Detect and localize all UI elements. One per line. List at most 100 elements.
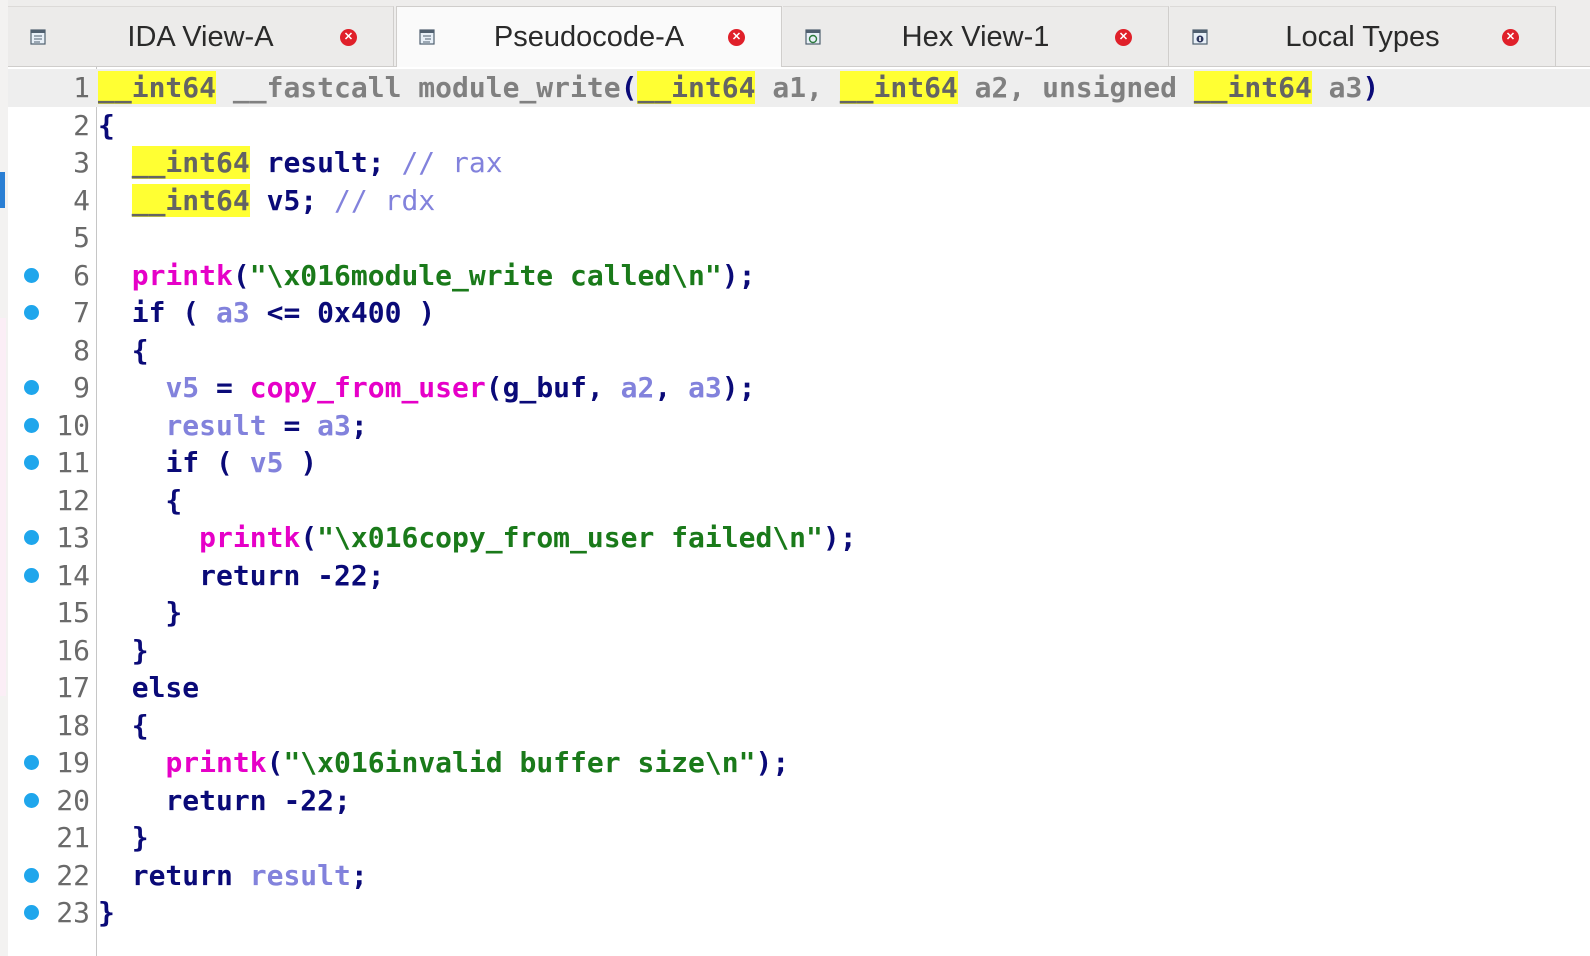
code-token: v5 (249, 446, 284, 479)
code-text[interactable]: { (98, 332, 149, 370)
line-number: 6 (73, 258, 90, 292)
code-line[interactable]: 12 { (8, 482, 1590, 520)
code-line[interactable]: 7 if ( a3 <= 0x400 ) (8, 294, 1590, 332)
code-text[interactable]: printk("\x016copy_from_user failed\n"); (98, 519, 856, 557)
breakpoint-dot-icon[interactable] (24, 755, 39, 770)
code-text[interactable]: return result; (98, 857, 368, 895)
code-text[interactable]: __int64 result; // rax (98, 144, 503, 182)
code-token: else (131, 671, 200, 704)
code-line[interactable]: 10 result = a3; (8, 407, 1590, 445)
code-text[interactable]: v5 = copy_from_user(g_buf, a2, a3); (98, 369, 755, 407)
code-text[interactable]: return -22; (98, 557, 384, 595)
code-line[interactable]: 11 if ( v5 ) (8, 444, 1590, 482)
breakpoint-dot-icon[interactable] (24, 792, 39, 808)
breakpoint-dot-icon[interactable] (24, 380, 39, 395)
code-text[interactable]: else (98, 669, 199, 707)
breakpoint-dot-icon[interactable] (24, 305, 39, 320)
code-token: if (165, 446, 200, 479)
code-text[interactable]: if ( a3 <= 0x400 ) (98, 294, 435, 332)
code-token: = (199, 371, 250, 404)
tab-pseudocode-a[interactable]: Pseudocode-A ✕ (396, 6, 782, 67)
tab-hex-view-1[interactable]: Hex View-1 ✕ (783, 6, 1169, 66)
breakpoint-dot-icon[interactable] (24, 567, 39, 583)
code-token: ( (232, 258, 250, 292)
code-token: printk (199, 521, 301, 554)
code-token: ( (165, 296, 217, 329)
close-tab-icon[interactable]: ✕ (1115, 29, 1132, 46)
code-token: v5 (165, 371, 200, 404)
code-line[interactable]: 14 return -22; (8, 557, 1590, 595)
code-token: return (199, 558, 301, 592)
breakpoint-dot-icon[interactable] (24, 267, 39, 283)
code-line[interactable]: 18 { (8, 707, 1590, 745)
code-text[interactable]: } (98, 632, 149, 670)
breakpoint-dot-icon[interactable] (24, 417, 39, 433)
code-text[interactable]: result = a3; (98, 407, 367, 445)
code-text[interactable]: { (98, 482, 182, 520)
line-number: 7 (73, 296, 90, 329)
line-number: 1 (73, 71, 90, 104)
code-text[interactable]: __int64 __fastcall module_write(__int64 … (98, 69, 1379, 107)
code-line[interactable]: 21 } (8, 819, 1590, 857)
code-line[interactable]: 4 __int64 v5; // rdx (8, 182, 1590, 220)
code-line[interactable]: 3 __int64 result; // rax (8, 144, 1590, 182)
code-token: __int64 (839, 71, 958, 104)
close-tab-icon[interactable]: ✕ (1502, 29, 1519, 46)
breakpoint-dot-icon[interactable] (24, 905, 39, 920)
code-token: a1, (755, 71, 840, 104)
code-line[interactable]: 17 else (8, 669, 1590, 707)
code-token: ( (620, 71, 638, 104)
code-token: { (98, 108, 115, 142)
code-line[interactable]: 9 v5 = copy_from_user(g_buf, a2, a3); (8, 369, 1590, 407)
line-number: 10 (56, 408, 90, 442)
breakpoint-dot-icon[interactable] (24, 455, 39, 470)
code-line[interactable]: 2{ (8, 107, 1590, 145)
breakpoint-dot-icon[interactable] (24, 867, 39, 883)
breakpoint-dot-icon[interactable] (24, 530, 39, 545)
code-text[interactable]: { (98, 107, 115, 145)
code-line[interactable]: 16 } (8, 632, 1590, 670)
line-number: 8 (73, 333, 90, 367)
code-token: a3 (688, 371, 722, 404)
tab-local-types[interactable]: Local Types ✕ (1170, 6, 1556, 66)
code-line[interactable]: 20 return -22; (8, 782, 1590, 820)
code-line[interactable]: 15 } (8, 594, 1590, 632)
line-number: 15 (56, 596, 90, 629)
code-text[interactable]: printk("\x016module_write called\n"); (98, 257, 756, 295)
code-text[interactable]: printk("\x016invalid buffer size\n"); (98, 744, 789, 782)
tab-ida-view-a[interactable]: IDA View-A ✕ (8, 6, 394, 66)
code-token: ; (334, 783, 351, 817)
dock-highlight (0, 318, 6, 696)
code-token: if (131, 296, 166, 329)
code-text[interactable]: return -22; (98, 782, 351, 820)
code-line[interactable]: 1 __int64 __fastcall module_write(__int64… (8, 69, 1590, 107)
code-text[interactable]: { (98, 707, 149, 745)
code-line[interactable]: 23} (8, 894, 1590, 932)
code-token: result (249, 858, 351, 892)
code-line[interactable]: 5 (8, 219, 1590, 257)
code-text[interactable]: } (98, 819, 149, 857)
close-tab-icon[interactable]: ✕ (728, 29, 745, 46)
pseudocode-editor[interactable]: 1 __int64 __fastcall module_write(__int64… (8, 67, 1590, 956)
code-token: "\x016copy_from_user failed\n" (317, 521, 823, 554)
code-text[interactable]: if ( v5 ) (98, 444, 317, 482)
code-line[interactable]: 13 printk("\x016copy_from_user failed\n"… (8, 519, 1590, 557)
code-line[interactable]: 6 printk("\x016module_write called\n"); (8, 257, 1590, 295)
code-line[interactable]: 22 return result; (8, 857, 1590, 895)
code-text[interactable]: } (98, 594, 182, 632)
code-line[interactable]: 19 printk("\x016invalid buffer size\n"); (8, 744, 1590, 782)
code-text[interactable]: } (98, 894, 115, 932)
code-token: a3 (1311, 71, 1363, 104)
close-tab-icon[interactable]: ✕ (340, 29, 357, 46)
code-line[interactable]: 8 { (8, 332, 1590, 370)
code-token: ); (755, 746, 790, 779)
code-token: = (266, 408, 318, 442)
code-text[interactable]: __int64 v5; // rdx (98, 182, 435, 220)
line-number: 11 (56, 446, 90, 479)
